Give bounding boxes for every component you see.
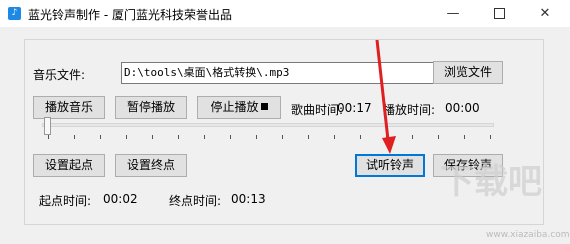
song-time-label: 歌曲时间: — [291, 103, 344, 117]
slider-tick — [438, 135, 439, 139]
app-music-icon: ♪ — [8, 7, 21, 20]
stop-playback-button[interactable]: 停止播放 — [197, 96, 281, 119]
maximize-icon — [493, 8, 505, 19]
watermark-url: www.xiazaiba.com — [486, 230, 570, 240]
set-start-button[interactable]: 设置起点 — [33, 154, 105, 177]
slider-tick — [126, 135, 127, 139]
playback-slider-thumb[interactable] — [44, 117, 51, 135]
minimize-button[interactable]: — — [430, 0, 476, 27]
stop-button-label: 停止播放 — [210, 100, 259, 114]
slider-tick — [100, 135, 101, 139]
pause-playback-button[interactable]: 暂停播放 — [115, 96, 187, 119]
slider-tick — [386, 135, 387, 139]
slider-tick — [360, 135, 361, 139]
music-file-path-input[interactable]: D:\tools\桌面\格式转换\.mp3 — [121, 62, 451, 84]
slider-tick — [334, 135, 335, 139]
end-time-value: 00:13 — [231, 192, 266, 206]
slider-tick — [308, 135, 309, 139]
slider-tick — [464, 135, 465, 139]
song-time-value: 00:17 — [337, 101, 372, 115]
slider-tick — [74, 135, 75, 139]
close-button[interactable]: ✕ — [522, 0, 568, 27]
music-file-label: 音乐文件: — [33, 68, 86, 82]
set-end-button[interactable]: 设置终点 — [115, 154, 187, 177]
playback-slider-track[interactable] — [42, 123, 494, 127]
preview-ringtone-button[interactable]: 试听铃声 — [355, 154, 425, 177]
window-title: 蓝光铃声制作 - 厦门蓝光科技荣誉出品 — [28, 8, 232, 22]
play-time-value: 00:00 — [445, 101, 480, 115]
start-time-value: 00:02 — [103, 192, 138, 206]
slider-tick — [282, 135, 283, 139]
stop-square-icon — [260, 103, 268, 110]
start-time-label: 起点时间: — [39, 194, 92, 208]
slider-tick — [48, 135, 49, 139]
slider-tick — [178, 135, 179, 139]
title-bar: ♪ 蓝光铃声制作 - 厦门蓝光科技荣誉出品 — ✕ — [0, 0, 570, 27]
play-music-button[interactable]: 播放音乐 — [33, 96, 105, 119]
slider-tick — [204, 135, 205, 139]
end-time-label: 终点时间: — [169, 194, 222, 208]
slider-tick — [412, 135, 413, 139]
play-time-label: 播放时间: — [383, 103, 436, 117]
slider-tick — [152, 135, 153, 139]
slider-tick — [256, 135, 257, 139]
slider-tick — [230, 135, 231, 139]
browse-file-button[interactable]: 浏览文件 — [433, 61, 503, 84]
slider-tick — [490, 135, 491, 139]
maximize-button[interactable] — [476, 0, 522, 27]
